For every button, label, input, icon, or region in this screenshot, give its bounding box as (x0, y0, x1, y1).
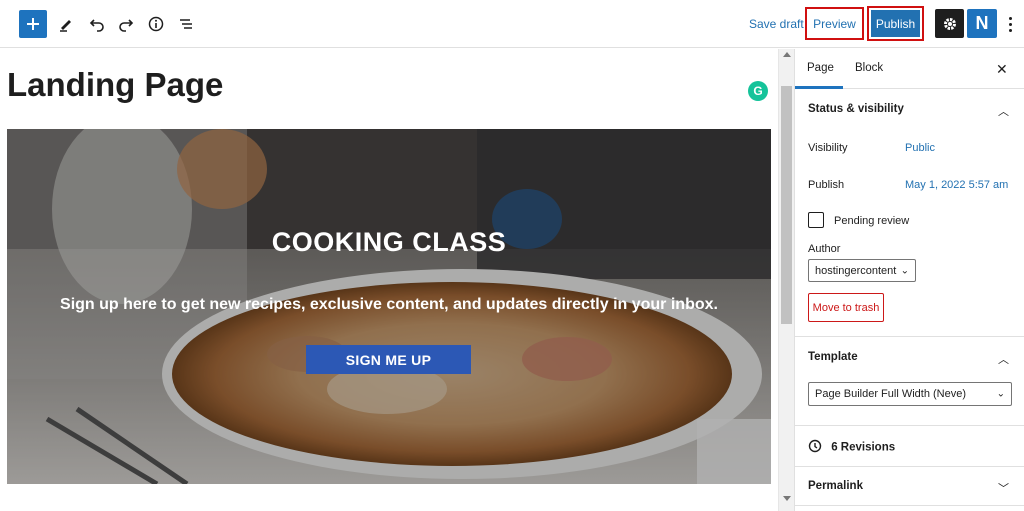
permalink-heading: Permalink (808, 480, 863, 492)
list-view-icon (178, 16, 194, 32)
revisions-link[interactable]: 6 Revisions (795, 439, 1024, 456)
sidebar-tabs: Page Block ✕ (795, 49, 1024, 89)
editor-canvas: Landing Page G COOKING CLASS Sign up her… (0, 49, 778, 511)
editor-toolbar: Save draft Preview Publish N (0, 0, 1024, 48)
revisions-label: 6 Revisions (831, 441, 896, 454)
tools-button[interactable] (52, 10, 80, 38)
details-button[interactable] (142, 10, 170, 38)
save-draft-button[interactable]: Save draft (749, 17, 804, 31)
chevron-down-icon: ﹀ (998, 483, 1009, 495)
pending-review-label: Pending review (834, 215, 910, 227)
tab-page[interactable]: Page (807, 62, 834, 74)
hero-subtext[interactable]: Sign up here to get new recipes, exclusi… (7, 296, 771, 314)
chevron-up-icon: ︿ (998, 354, 1009, 366)
status-visibility-heading: Status & visibility (808, 103, 904, 115)
sign-me-up-button[interactable]: SIGN ME UP (306, 345, 471, 374)
author-select[interactable]: hostingercontent ⌄ (808, 259, 916, 282)
hero-heading[interactable]: COOKING CLASS (7, 227, 771, 258)
visibility-label: Visibility (808, 142, 848, 154)
neve-button[interactable]: N (967, 9, 997, 38)
scroll-down-arrow-icon[interactable] (783, 496, 791, 501)
redo-icon (118, 16, 134, 32)
page-title[interactable]: Landing Page (7, 66, 223, 104)
publish-date-value[interactable]: May 1, 2022 5:57 am (905, 179, 1008, 191)
redo-button[interactable] (112, 10, 140, 38)
author-value: hostingercontent (815, 264, 897, 277)
options-button[interactable] (1003, 12, 1017, 36)
list-view-button[interactable] (172, 10, 200, 38)
close-icon: ✕ (996, 61, 1008, 77)
template-heading: Template (808, 351, 858, 363)
template-select[interactable]: Page Builder Full Width (Neve) ⌄ (808, 382, 1012, 406)
divider (795, 466, 1024, 467)
chevron-up-icon: ︿ (998, 106, 1009, 118)
publish-button-label: Publish (871, 10, 920, 37)
hero-cover-block[interactable]: COOKING CLASS Sign up here to get new re… (7, 129, 771, 484)
pending-review-checkbox[interactable] (808, 212, 824, 228)
grammarly-icon[interactable]: G (748, 81, 768, 101)
undo-icon (89, 16, 105, 32)
canvas-scrollbar[interactable] (778, 49, 794, 511)
gear-icon (942, 16, 958, 32)
status-visibility-toggle[interactable]: Status & visibility ︿ (795, 103, 1024, 118)
close-sidebar-button[interactable]: ✕ (996, 61, 1008, 78)
move-to-trash-button[interactable]: Move to trash (808, 293, 884, 322)
info-icon (148, 16, 164, 32)
template-toggle[interactable]: Template ︿ (795, 351, 1024, 366)
visibility-value[interactable]: Public (905, 142, 935, 154)
divider (795, 336, 1024, 337)
plus-icon (26, 17, 40, 31)
divider (795, 505, 1024, 506)
undo-button[interactable] (83, 10, 111, 38)
template-value: Page Builder Full Width (Neve) (815, 388, 967, 400)
chevron-down-icon: ⌄ (996, 388, 1005, 400)
tab-block[interactable]: Block (855, 62, 883, 74)
add-block-button[interactable] (19, 10, 47, 38)
permalink-toggle[interactable]: Permalink ﹀ (795, 480, 1024, 495)
active-tab-indicator (795, 86, 843, 89)
more-vertical-icon (1008, 16, 1012, 32)
chevron-down-icon: ⌄ (900, 265, 909, 276)
preview-button[interactable]: Preview (805, 7, 864, 40)
scroll-thumb[interactable] (781, 86, 792, 324)
revisions-icon (808, 439, 822, 456)
author-label: Author (808, 243, 841, 255)
settings-button[interactable] (935, 9, 964, 38)
publish-button[interactable]: Publish (867, 6, 924, 41)
publish-label: Publish (808, 179, 845, 191)
divider (795, 425, 1024, 426)
scroll-up-arrow-icon[interactable] (783, 52, 791, 57)
neve-icon: N (975, 13, 989, 33)
pencil-icon (58, 16, 74, 32)
settings-sidebar: Page Block ✕ Status & visibility ︿ Visib… (794, 49, 1024, 511)
